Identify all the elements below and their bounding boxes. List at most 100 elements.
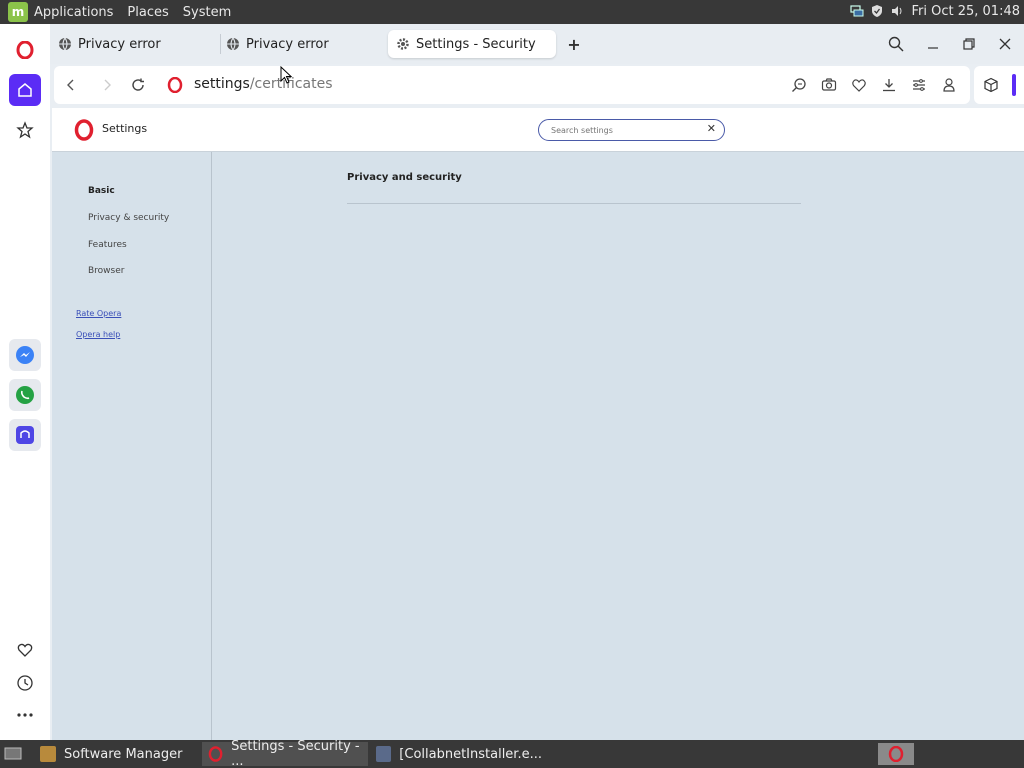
opera-logo-icon	[74, 119, 94, 141]
minimize-icon	[928, 47, 938, 49]
heart-icon	[17, 643, 33, 657]
address-bar: settings/certificates	[54, 66, 970, 104]
nav-item-basic[interactable]: Basic	[88, 186, 115, 196]
favorites-button[interactable]	[9, 634, 41, 666]
network-icon[interactable]	[850, 4, 864, 18]
tab-label: Settings - Security	[416, 36, 536, 52]
section-title: Privacy and security	[347, 172, 462, 183]
gear-icon	[397, 38, 409, 50]
bookmark-button[interactable]	[850, 76, 868, 94]
extensions-area	[974, 66, 1024, 104]
task-software-manager[interactable]: Software Manager	[34, 742, 196, 766]
lens-icon	[792, 78, 806, 92]
whatsapp-button[interactable]	[9, 379, 41, 411]
installer-icon	[376, 746, 392, 762]
sidebar-indicator	[1012, 74, 1016, 96]
cube-icon	[984, 77, 998, 93]
nav-item-browser[interactable]: Browser	[88, 266, 124, 276]
tab-search-button[interactable]	[886, 34, 906, 54]
find-in-page-button[interactable]	[790, 76, 808, 94]
url-host: settings	[194, 76, 250, 92]
pinboard-button[interactable]	[9, 114, 41, 146]
messenger-icon	[16, 346, 34, 364]
workspace-switcher[interactable]	[878, 743, 914, 765]
settings-nav: Basic Privacy & security Features Browse…	[52, 152, 212, 740]
software-manager-icon	[40, 746, 56, 762]
task-opera-settings[interactable]: Settings - Security - ...	[202, 739, 368, 768]
tab-settings-security[interactable]: Settings - Security	[388, 30, 556, 58]
url-field[interactable]: settings/certificates	[194, 76, 333, 92]
close-icon	[999, 38, 1011, 50]
home-icon	[18, 83, 32, 97]
heart-icon	[852, 79, 866, 92]
download-icon	[883, 79, 895, 92]
history-button[interactable]	[9, 667, 41, 699]
search-input[interactable]	[551, 123, 701, 137]
settings-header: Settings ✕	[52, 108, 1024, 152]
reload-icon	[132, 78, 144, 91]
tab-label: Privacy error	[246, 36, 329, 52]
home-button[interactable]	[9, 74, 41, 106]
opera-sidebar	[0, 24, 50, 740]
minimize-button[interactable]	[923, 34, 943, 54]
settings-page: Settings ✕ Basic Privacy & security Feat…	[52, 108, 1024, 740]
downloads-button[interactable]	[880, 76, 898, 94]
task-label: [CollabnetInstaller.e...	[399, 746, 542, 762]
reload-button[interactable]	[129, 76, 147, 94]
clock[interactable]: Fri Oct 25, 01:48	[911, 4, 1020, 19]
tab-privacy-error-2[interactable]: Privacy error	[218, 30, 384, 58]
player-button[interactable]	[9, 419, 41, 451]
opera-help-link[interactable]: Opera help	[76, 330, 120, 339]
settings-search: ✕	[538, 119, 725, 141]
taskbar: Software Manager Settings - Security - .…	[0, 739, 1024, 768]
show-desktop-button[interactable]	[0, 742, 28, 766]
section-divider	[347, 203, 801, 204]
forward-button[interactable]	[98, 76, 116, 94]
nav-item-features[interactable]: Features	[88, 240, 127, 250]
maximize-button[interactable]	[959, 34, 979, 54]
opera-menu-button[interactable]	[9, 34, 41, 66]
opera-logo-icon	[167, 77, 183, 93]
places-menu[interactable]: Places	[127, 5, 168, 20]
chevron-right-icon	[104, 79, 111, 91]
desktop-icon	[4, 747, 22, 760]
opera-logo-icon	[208, 746, 223, 762]
mouse-cursor-icon	[280, 66, 292, 84]
snapshot-button[interactable]	[820, 76, 838, 94]
close-window-button[interactable]	[995, 34, 1015, 54]
tab-privacy-error-1[interactable]: Privacy error	[50, 30, 216, 58]
clear-search-icon[interactable]: ✕	[707, 122, 716, 135]
shield-icon[interactable]	[870, 4, 884, 18]
globe-icon	[59, 37, 71, 51]
opera-logo-icon	[16, 41, 34, 59]
messenger-button[interactable]	[9, 339, 41, 371]
page-title: Settings	[102, 122, 148, 135]
account-button[interactable]	[940, 76, 958, 94]
new-tab-button[interactable]: +	[564, 34, 584, 54]
clock-icon	[17, 675, 33, 691]
system-tray	[850, 4, 904, 18]
task-label: Settings - Security - ...	[231, 739, 360, 768]
ellipsis-icon	[17, 713, 33, 717]
camera-icon	[821, 78, 837, 91]
sliders-icon	[913, 79, 925, 91]
site-info-icon[interactable]	[166, 76, 184, 94]
globe-icon	[227, 37, 239, 51]
easy-setup-button[interactable]	[910, 76, 928, 94]
volume-icon[interactable]	[890, 4, 904, 18]
music-player-icon	[16, 426, 34, 444]
back-button[interactable]	[62, 76, 80, 94]
more-button[interactable]	[9, 699, 41, 731]
whatsapp-icon	[16, 386, 34, 404]
rate-opera-link[interactable]: Rate Opera	[76, 309, 121, 318]
tab-strip: Privacy error Privacy error Settings - S…	[50, 24, 1024, 64]
mint-menu-icon[interactable]: m	[8, 2, 28, 22]
search-icon	[888, 36, 904, 52]
system-menu[interactable]: System	[183, 5, 231, 20]
applications-menu[interactable]: Applications	[34, 5, 113, 20]
restore-icon	[963, 38, 975, 50]
nav-item-privacy-security[interactable]: Privacy & security	[88, 213, 169, 223]
chevron-left-icon	[67, 79, 74, 91]
extensions-button[interactable]	[982, 76, 1000, 94]
task-collabnet-installer[interactable]: [CollabnetInstaller.e...	[370, 742, 542, 766]
